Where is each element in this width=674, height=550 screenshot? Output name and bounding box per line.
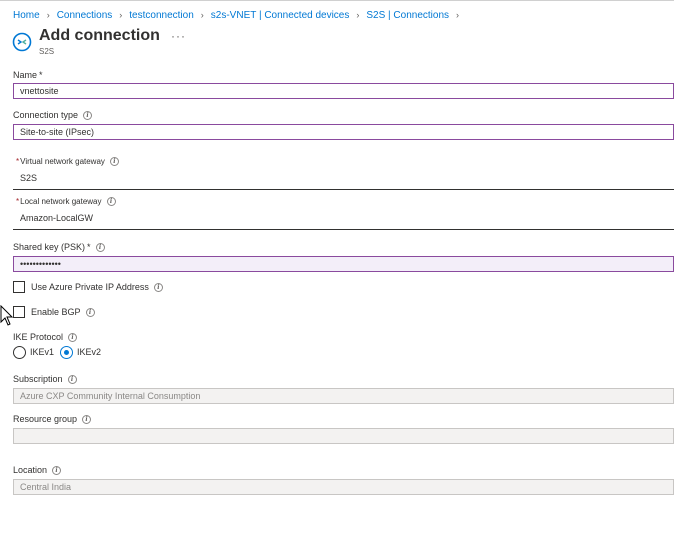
top-divider	[0, 0, 674, 1]
connection-type-select[interactable]: Site-to-site (IPsec)	[13, 124, 674, 140]
name-label: Name *	[13, 70, 43, 80]
location-select: Central India	[13, 479, 674, 495]
shared-key-input[interactable]: •••••••••••••	[13, 256, 674, 272]
radio-unchecked[interactable]	[13, 345, 26, 359]
chevron-right-icon: ›	[356, 10, 360, 20]
local-network-gateway-field[interactable]: Amazon-LocalGW	[13, 206, 674, 230]
ike-v2-label: IKEv2	[77, 347, 102, 357]
ike-v2-radio[interactable]: IKEv2	[60, 345, 101, 359]
connection-type-label: Connection type i	[13, 110, 93, 120]
name-input[interactable]: vnettosite	[13, 83, 674, 99]
breadcrumb-home[interactable]: Home	[13, 10, 40, 21]
info-icon[interactable]: i	[83, 110, 93, 120]
subscription-label: Subscription i	[13, 374, 77, 384]
info-icon[interactable]: i	[109, 157, 119, 166]
virtual-network-gateway-label: * Virtual network gateway i	[16, 157, 119, 166]
breadcrumb-connections[interactable]: Connections	[57, 10, 113, 21]
page-title: Add connection	[39, 27, 160, 44]
info-icon[interactable]: i	[95, 242, 105, 252]
chevron-right-icon: ›	[46, 10, 50, 20]
chevron-right-icon: ›	[456, 10, 460, 20]
resource-group-label: Resource group i	[13, 414, 92, 424]
resource-group-select	[13, 428, 674, 444]
info-icon[interactable]: i	[67, 374, 77, 384]
breadcrumb-testconnection[interactable]: testconnection	[129, 10, 194, 21]
ike-v1-label: IKEv1	[30, 347, 55, 357]
use-private-ip-checkbox[interactable]: Use Azure Private IP Address i	[13, 280, 163, 294]
shared-key-label: Shared key (PSK) * i	[13, 242, 105, 252]
checkbox-box[interactable]	[13, 281, 25, 293]
chevron-right-icon: ›	[119, 10, 123, 20]
info-icon[interactable]: i	[82, 414, 92, 424]
enable-bgp-label: Enable BGP	[31, 307, 81, 317]
local-network-gateway-label: * Local network gateway i	[16, 197, 116, 206]
radio-checked[interactable]	[60, 345, 73, 359]
page-header: Add connection S2S ···	[12, 27, 185, 57]
checkbox-box[interactable]	[13, 306, 25, 318]
ike-v1-radio[interactable]: IKEv1	[13, 345, 54, 359]
info-icon[interactable]: i	[52, 465, 62, 475]
info-icon[interactable]: i	[153, 282, 163, 292]
mouse-cursor-icon	[0, 305, 14, 326]
enable-bgp-checkbox[interactable]: Enable BGP i	[13, 305, 95, 319]
breadcrumb: Home › Connections › testconnection › s2…	[13, 9, 466, 21]
page-subtitle: S2S	[39, 47, 55, 56]
more-options-icon[interactable]: ···	[171, 29, 186, 43]
connection-icon	[12, 32, 32, 52]
breadcrumb-connected-devices[interactable]: s2s-VNET | Connected devices	[211, 10, 350, 21]
use-private-ip-label: Use Azure Private IP Address	[31, 282, 149, 292]
info-icon[interactable]: i	[106, 197, 116, 206]
breadcrumb-s2s-connections[interactable]: S2S | Connections	[366, 10, 449, 21]
ike-protocol-label: IKE Protocol i	[13, 332, 78, 342]
virtual-network-gateway-field[interactable]: S2S	[13, 166, 674, 190]
info-icon[interactable]: i	[68, 332, 78, 342]
location-label: Location i	[13, 465, 62, 475]
subscription-select: Azure CXP Community Internal Consumption	[13, 388, 674, 404]
chevron-right-icon: ›	[200, 10, 204, 20]
info-icon[interactable]: i	[85, 307, 95, 317]
